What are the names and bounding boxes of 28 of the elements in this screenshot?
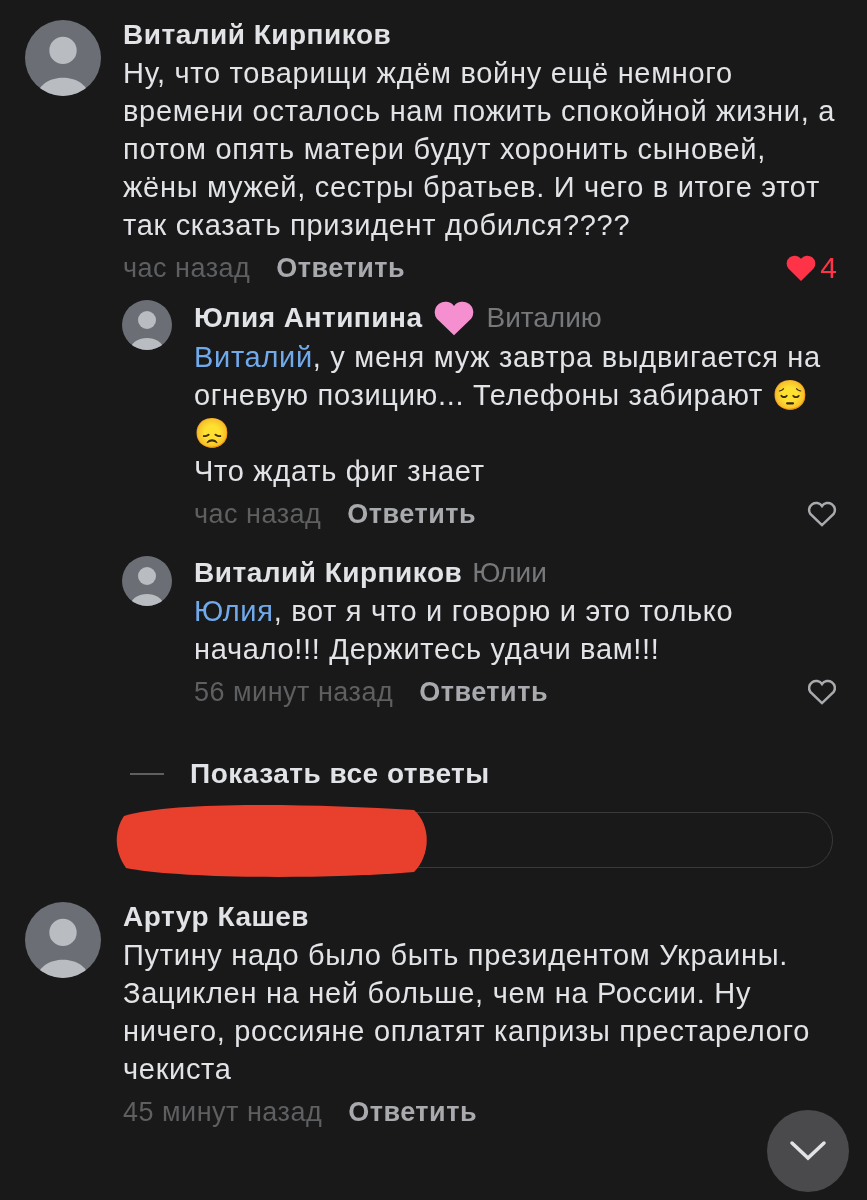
author-name[interactable]: Виталий Кирпиков <box>194 556 463 590</box>
heart-icon[interactable] <box>807 679 837 705</box>
reply-button[interactable]: Ответить <box>347 498 477 530</box>
reply-to: Юлии <box>472 557 547 589</box>
author-name[interactable]: Артур Кашев <box>123 900 310 934</box>
chevron-down-icon <box>788 1139 828 1163</box>
comment-text: Ну, что товарищи ждём войну ещё немного времени осталось нам пожить спокойной жизни, а потом опять матери будут хоронить сыновей, жёны мужей, сестры братьев. И чего в итоге этот так сказать призидент добился???? <box>123 56 837 243</box>
mention-link[interactable]: Юлия <box>194 595 274 627</box>
comment-time: час назад <box>123 252 251 284</box>
comment-time: 56 минут назад <box>194 676 394 708</box>
author-name[interactable]: Виталий Кирпиков <box>123 18 392 52</box>
comment-text: Виталий, у меня муж завтра выдвигается на огневую позицию... Телефоны забирают 😔 😞 Что ждать фиг знает <box>194 340 822 489</box>
heart-icon[interactable] <box>807 501 837 527</box>
avatar[interactable] <box>122 556 172 606</box>
reply-button[interactable]: Ответить <box>276 252 406 284</box>
comment-time: 45 минут назад <box>123 1096 323 1128</box>
avatar[interactable] <box>122 300 172 350</box>
mention-link[interactable]: Виталий <box>194 341 313 373</box>
comment-text: Путину надо было быть президентом Украины. Зациклен на ней больше, чем на России. Ну ничего, россияне оплатят капризы престарелого чекиста <box>123 938 812 1087</box>
reply-to: Виталию <box>486 302 602 334</box>
heart-icon[interactable] <box>786 255 817 281</box>
author-name[interactable]: Юлия Антипина <box>194 301 423 335</box>
reply-button[interactable]: Ответить <box>419 676 548 708</box>
reply-button[interactable]: Ответить <box>348 1096 477 1128</box>
comment-time: час назад <box>194 498 322 530</box>
like-count: 4 <box>820 251 837 285</box>
comment-text: Юлия, вот я что и говорю и это только начало!!! Держитесь удачи вам!!! <box>194 594 735 667</box>
show-all-replies-button[interactable]: Показать все ответы <box>130 758 490 790</box>
